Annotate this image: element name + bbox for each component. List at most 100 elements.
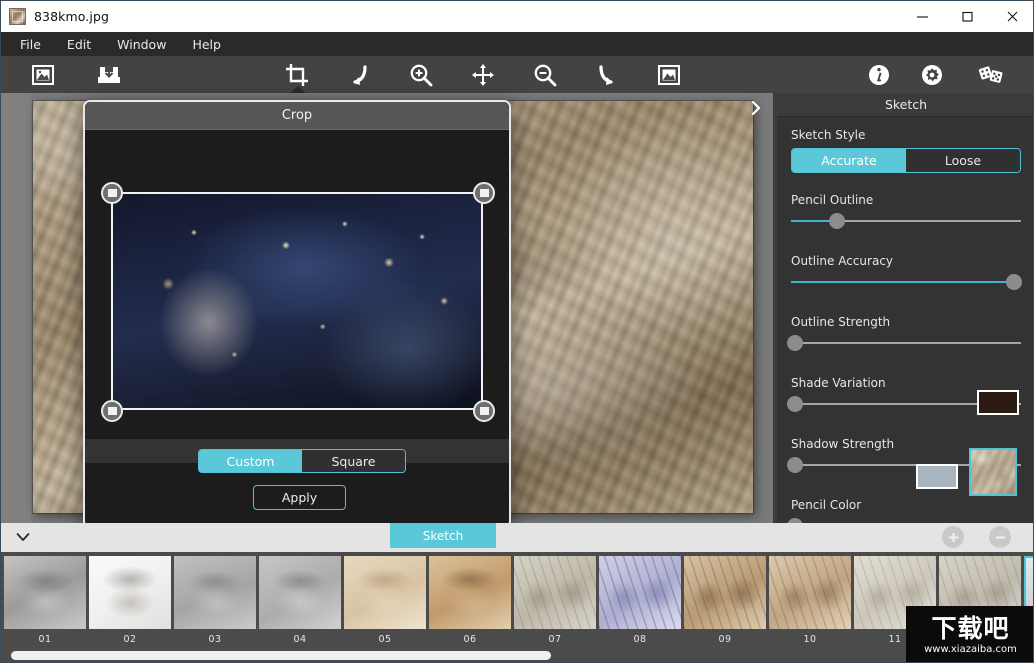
settings-gear-icon[interactable] — [908, 56, 956, 93]
preset-thumbnail-strip[interactable]: 01 02 03 04 05 06 07 08 09 10 11 — [1, 552, 1033, 662]
sketch-settings-panel: Sketch Sketch Style Accurate Loose Penci… — [777, 93, 1033, 524]
pencil-color-label: Pencil Color — [791, 498, 862, 512]
crop-handle-bottom-right[interactable] — [473, 400, 495, 422]
menu-item-edit[interactable]: Edit — [54, 34, 104, 55]
crop-selection-frame[interactable] — [111, 192, 483, 410]
thumbnail-scrollbar[interactable] — [5, 651, 1027, 660]
menu-item-window[interactable]: Window — [104, 34, 179, 55]
sketch-style-loose[interactable]: Loose — [906, 149, 1020, 172]
outline-accuracy-slider[interactable] — [791, 274, 1023, 290]
outline-strength-slider[interactable] — [787, 335, 1021, 351]
crop-shape-square[interactable]: Square — [302, 450, 405, 472]
tab-sketch[interactable]: Sketch — [390, 523, 496, 548]
application-window: 838kmo.jpg File Edit Window Help Crop Cu… — [0, 0, 1034, 663]
list-item[interactable]: 04 — [259, 556, 341, 645]
preset-caption: 03 — [208, 634, 222, 645]
list-item[interactable]: 09 — [684, 556, 766, 645]
preset-caption: 07 — [548, 634, 562, 645]
sketch-panel-body: Sketch Style Accurate Loose Pencil Outli… — [777, 117, 1033, 524]
preset-thumbnail[interactable] — [684, 556, 766, 629]
preset-thumbnail[interactable] — [4, 556, 86, 629]
preset-thumbnail[interactable] — [344, 556, 426, 629]
preset-caption: 09 — [718, 634, 732, 645]
main-toolbar — [1, 56, 1033, 94]
handle-glyph-icon — [479, 189, 489, 197]
crop-handle-top-right[interactable] — [473, 182, 495, 204]
list-item[interactable]: 08 — [599, 556, 681, 645]
crop-shape-toggle[interactable]: Custom Square — [198, 449, 406, 473]
slider-knob[interactable] — [829, 213, 845, 229]
zoom-out-icon[interactable] — [521, 56, 569, 93]
handle-glyph-icon — [107, 189, 117, 197]
title-bar: 838kmo.jpg — [1, 1, 1033, 32]
list-item[interactable]: 07 — [514, 556, 596, 645]
slider-knob[interactable] — [787, 335, 803, 351]
paper-tint-color-swatch[interactable] — [916, 464, 958, 489]
preset-thumbnail[interactable] — [599, 556, 681, 629]
info-icon[interactable] — [855, 56, 903, 93]
randomize-dice-icon[interactable] — [967, 56, 1015, 93]
outline-accuracy-label: Outline Accuracy — [791, 254, 894, 268]
sketch-style-accurate[interactable]: Accurate — [792, 149, 906, 172]
watermark-text: 下载吧 — [931, 613, 1010, 643]
remove-preset-button[interactable] — [989, 526, 1011, 548]
slider-knob[interactable] — [787, 396, 803, 412]
minimize-button[interactable] — [900, 1, 945, 32]
crop-handle-top-left[interactable] — [101, 182, 123, 204]
save-image-icon[interactable] — [85, 56, 133, 93]
slider-track — [791, 342, 1021, 344]
watermark: 下载吧 www.xiazaiba.com — [906, 606, 1033, 662]
preset-bar: Sketch — [1, 523, 1033, 552]
close-button[interactable] — [990, 1, 1033, 32]
preset-thumbnail[interactable] — [429, 556, 511, 629]
add-preset-button[interactable] — [942, 526, 964, 548]
pencil-outline-slider[interactable] — [791, 213, 1021, 229]
list-item[interactable]: 05 — [344, 556, 426, 645]
slider-knob[interactable] — [1006, 274, 1023, 290]
list-item[interactable]: 03 — [174, 556, 256, 645]
pencil-outline-label: Pencil Outline — [791, 193, 874, 207]
preset-thumbnail[interactable] — [514, 556, 596, 629]
crop-handle-bottom-left[interactable] — [101, 400, 123, 422]
preset-caption: 08 — [633, 634, 647, 645]
outline-strength-label: Outline Strength — [791, 315, 891, 329]
crop-dialog-footer: Custom Square Apply — [85, 439, 509, 526]
pencil-color-swatch[interactable] — [977, 390, 1019, 415]
panel-collapse-chevron-icon[interactable] — [747, 97, 765, 119]
preset-caption: 04 — [293, 634, 307, 645]
crop-shape-custom[interactable]: Custom — [199, 450, 302, 472]
scrollbar-thumb[interactable] — [11, 651, 551, 660]
list-item[interactable]: 06 — [429, 556, 511, 645]
window-title: 838kmo.jpg — [34, 9, 110, 24]
preset-thumbnail[interactable] — [769, 556, 851, 629]
sketch-style-label: Sketch Style — [791, 128, 866, 142]
zoom-in-icon[interactable] — [397, 56, 445, 93]
open-image-icon[interactable] — [19, 56, 67, 93]
list-item[interactable]: 10 — [769, 556, 851, 645]
fit-image-icon[interactable] — [645, 56, 693, 93]
sketch-style-toggle[interactable]: Accurate Loose — [791, 148, 1021, 173]
watermark-url: www.xiazaiba.com — [924, 643, 1017, 655]
preset-caption: 01 — [38, 634, 52, 645]
list-item[interactable]: 02 — [89, 556, 171, 645]
maximize-button[interactable] — [945, 1, 990, 32]
image-file-icon — [9, 8, 26, 25]
preset-caption: 02 — [123, 634, 137, 645]
preset-thumbnail[interactable] — [174, 556, 256, 629]
redo-icon[interactable] — [583, 56, 631, 93]
crop-apply-button[interactable]: Apply — [253, 485, 346, 510]
slider-knob[interactable] — [787, 457, 803, 473]
menu-item-file[interactable]: File — [7, 34, 54, 55]
menu-item-help[interactable]: Help — [179, 34, 234, 55]
crop-preview-image — [113, 194, 481, 408]
undo-icon[interactable] — [335, 56, 383, 93]
paper-texture-swatch[interactable] — [969, 448, 1017, 496]
crop-dialog-body[interactable] — [85, 130, 509, 448]
preset-thumbnail[interactable] — [89, 556, 171, 629]
pan-move-icon[interactable] — [459, 56, 507, 93]
window-controls — [900, 1, 1033, 32]
preset-thumbnail[interactable] — [259, 556, 341, 629]
preset-caption: 10 — [803, 634, 817, 645]
list-item[interactable]: 01 — [4, 556, 86, 645]
collapse-chevron-down-icon[interactable] — [13, 527, 33, 547]
